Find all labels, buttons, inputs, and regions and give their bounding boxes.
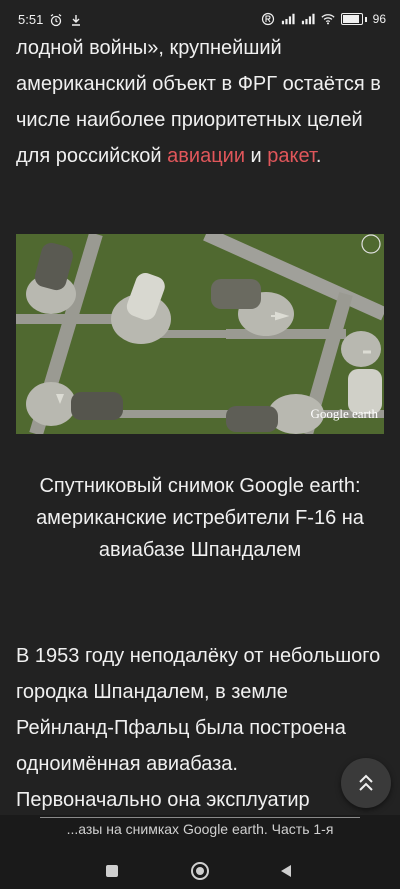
battery-percent: 96 xyxy=(372,12,386,26)
article-paragraph-1: лодной войны», крупнейший американский о… xyxy=(16,30,388,174)
home-button[interactable] xyxy=(188,859,212,883)
scroll-to-top-button[interactable] xyxy=(341,758,391,808)
battery-fill xyxy=(342,15,359,23)
satellite-image-drawing xyxy=(16,234,384,434)
link-aviation[interactable]: авиации xyxy=(167,145,245,167)
back-triangle-icon xyxy=(281,865,291,877)
article-paragraph-2: В 1953 году неподалёку от небольшого гор… xyxy=(16,645,381,811)
image-watermark: Google earth xyxy=(310,406,378,421)
home-circle-icon xyxy=(191,862,209,880)
battery-icon xyxy=(340,13,363,25)
signal-icon-2 xyxy=(301,13,315,25)
back-button[interactable] xyxy=(274,859,298,883)
recents-button[interactable] xyxy=(100,859,124,883)
alarm-icon xyxy=(50,13,62,26)
battery-tip xyxy=(364,16,367,22)
signal-icon xyxy=(281,13,295,25)
paragraph-text-mid: и xyxy=(245,145,268,167)
wifi-icon xyxy=(321,14,335,25)
battery-indicator xyxy=(340,13,367,25)
download-icon xyxy=(72,14,81,26)
bottom-bar: ...азы на снимках Google earth. Часть 1-… xyxy=(0,815,400,889)
satellite-image[interactable]: Google earth xyxy=(16,234,384,434)
paragraph-text-end: . xyxy=(315,145,322,167)
navigation-bar xyxy=(0,855,400,889)
square-icon xyxy=(106,865,118,877)
status-time: 5:51 xyxy=(18,12,44,27)
image-caption: Спутниковый снимок Google earth: америка… xyxy=(36,475,364,561)
reading-progress xyxy=(40,817,360,818)
link-missiles[interactable]: ракет xyxy=(267,145,316,167)
article-title-footer[interactable]: ...азы на снимках Google earth. Часть 1-… xyxy=(0,821,400,837)
double-chevron-up-icon xyxy=(359,774,373,791)
registered-icon xyxy=(261,12,274,26)
